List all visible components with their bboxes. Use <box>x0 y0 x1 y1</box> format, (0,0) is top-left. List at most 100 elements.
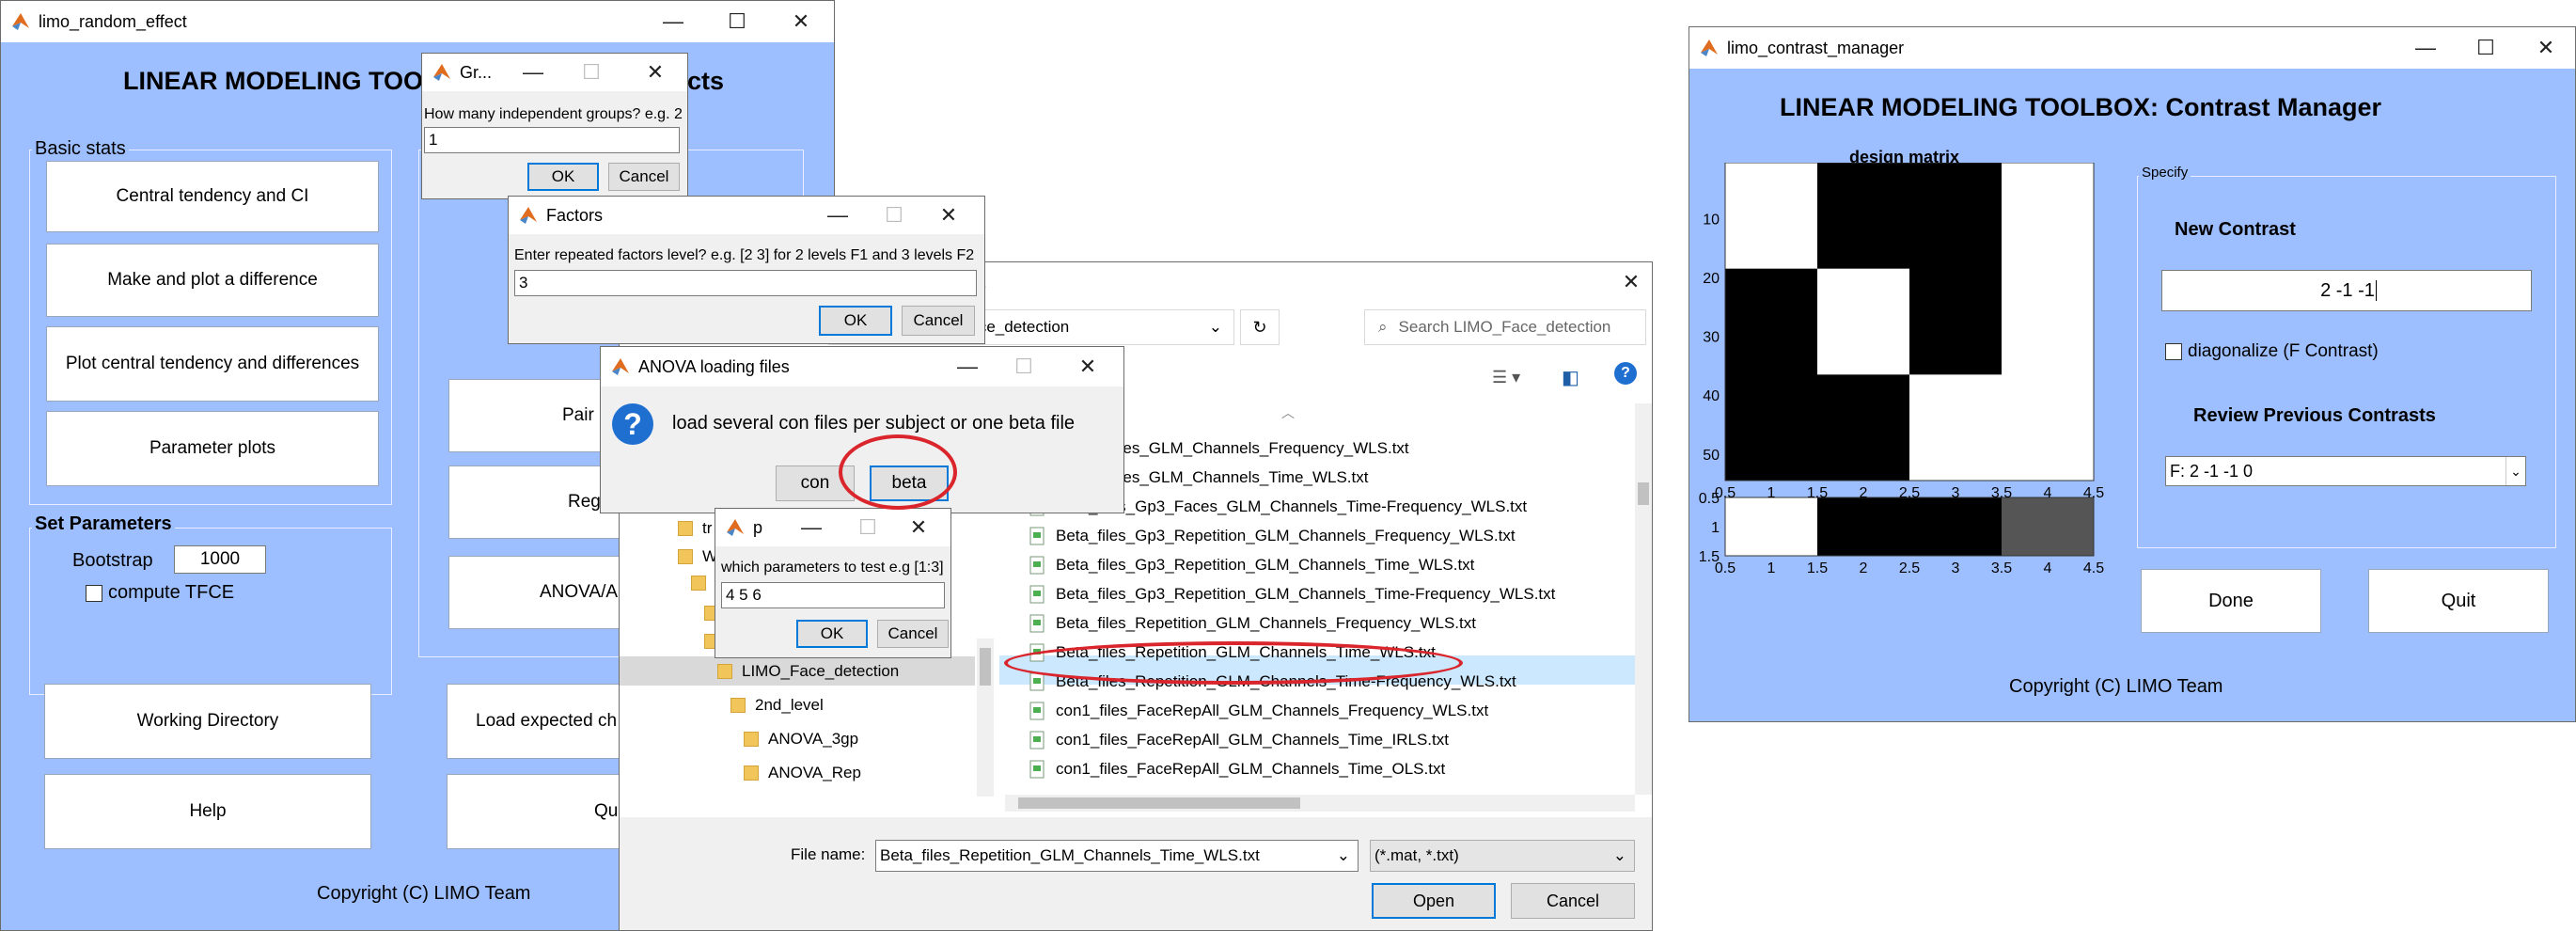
params-input[interactable]: 4 5 6 <box>721 582 945 608</box>
file-list-item[interactable]: Beta_files_Gp3_Repetition_GLM_Channels_F… <box>999 521 1516 550</box>
address-dropdown-icon[interactable]: ⌄ <box>1209 318 1222 337</box>
close-icon[interactable]: ✕ <box>2522 27 2569 69</box>
new-contrast-input[interactable]: 2 -1 -1 <box>2161 270 2532 311</box>
view-options-icon[interactable]: ☰ ▾ <box>1492 368 1520 387</box>
params-client: which parameters to test e.g [1:3] 4 5 6… <box>715 546 950 657</box>
maximize-icon[interactable]: ☐ <box>714 1 761 42</box>
tree-item-2nd-level[interactable]: 2nd_level <box>730 691 824 719</box>
tree-item-2[interactable]: W <box>678 543 717 571</box>
contrast-titlebar[interactable]: limo_contrast_manager — ☐ ✕ <box>1689 27 2575 69</box>
design-matrix-cell <box>1725 163 1818 270</box>
tree-scroll-thumb[interactable] <box>980 648 991 686</box>
central-tendency-button[interactable]: Central tendency and CI <box>46 161 379 232</box>
file-dialog-bottom <box>620 817 1652 930</box>
design-matrix-cell <box>1817 374 1910 481</box>
tree-item-1[interactable]: tr <box>678 514 712 543</box>
file-list-item[interactable]: Beta_files_Repetition_GLM_Channels_Frequ… <box>999 608 1476 638</box>
close-icon[interactable]: ✕ <box>900 509 937 546</box>
params-titlebar[interactable]: p — ☐ ✕ <box>715 509 950 546</box>
text-file-icon <box>1029 702 1045 720</box>
groups-input[interactable]: 1 <box>424 127 680 153</box>
filename-label: File name: <box>791 845 866 863</box>
minimize-icon[interactable]: — <box>819 197 856 234</box>
minimize-icon[interactable]: — <box>949 347 986 387</box>
tfce-checkbox[interactable] <box>86 584 102 602</box>
maximize-icon[interactable]: ☐ <box>2462 27 2509 69</box>
open-button[interactable]: Open <box>1372 883 1496 919</box>
file-list-item[interactable]: con1_files_FaceRepAll_GLM_Channels_Frequ… <box>999 696 1488 725</box>
file-hscroll-thumb[interactable] <box>1018 797 1300 809</box>
groups-titlebar[interactable]: Gr... — ☐ ✕ <box>422 54 687 91</box>
groups-ok-button[interactable]: OK <box>527 163 599 191</box>
params-cancel-button[interactable]: Cancel <box>877 620 949 648</box>
file-type-select[interactable]: (*.mat, *.txt) ⌄ <box>1370 840 1635 872</box>
minimize-icon[interactable]: — <box>793 509 830 546</box>
groups-dialog: Gr... — ☐ ✕ How many independent groups?… <box>421 53 688 199</box>
file-list-item[interactable]: con1_files_FaceRepAll_GLM_Channels_Time_… <box>999 754 1445 783</box>
factors-ok-button[interactable]: OK <box>819 306 892 336</box>
x-tick-label: 1.5 <box>1807 560 1828 576</box>
diagonalize-row[interactable]: diagonalize (F Contrast) <box>2165 341 2379 362</box>
refresh-button[interactable]: ↻ <box>1240 309 1280 345</box>
plot-central-differences-button[interactable]: Plot central tendency and differences <box>46 326 379 402</box>
file-name: con1_files_FaceRepAll_GLM_Channels_Time_… <box>1056 759 1446 778</box>
help-button[interactable]: Help <box>44 774 371 849</box>
close-icon[interactable]: ✕ <box>1069 347 1107 387</box>
file-list-item[interactable]: con1_files_FaceRepAll_GLM_Channels_Time_… <box>999 725 1449 754</box>
tree-item-anova-rep[interactable]: ANOVA_Rep <box>744 759 861 787</box>
done-button[interactable]: Done <box>2141 569 2321 633</box>
previous-contrasts-select[interactable]: F: 2 -1 -1 0 ⌄ <box>2165 456 2526 486</box>
folder-icon <box>678 521 693 536</box>
close-icon[interactable]: ✕ <box>636 54 674 91</box>
x-tick-label: 4.5 <box>2083 485 2104 501</box>
params-prompt: which parameters to test e.g [1:3] <box>721 560 944 576</box>
plot-difference-button[interactable]: Make and plot a difference <box>46 244 379 317</box>
help-icon[interactable]: ? <box>1614 362 1637 385</box>
cancel-button[interactable]: Cancel <box>1511 883 1635 919</box>
working-directory-button[interactable]: Working Directory <box>44 684 371 759</box>
parameter-plots-button[interactable]: Parameter plots <box>46 411 379 486</box>
factors-cancel-button[interactable]: Cancel <box>902 306 975 336</box>
params-ok-button[interactable]: OK <box>796 620 868 648</box>
minimize-icon[interactable]: — <box>514 54 552 91</box>
diagonalize-checkbox[interactable] <box>2165 342 2182 360</box>
x-tick-label: 2 <box>1860 560 1868 576</box>
contrast-manager-window: limo_contrast_manager — ☐ ✕ LINEAR MODEL… <box>1689 26 2576 722</box>
factors-titlebar[interactable]: Factors — ☐ ✕ <box>509 197 984 234</box>
tfce-row[interactable]: compute TFCE <box>86 582 234 604</box>
x-tick-label: 2.5 <box>1899 560 1920 576</box>
maximize-icon: ☐ <box>1014 355 1033 378</box>
tree-scrollbar[interactable] <box>977 639 994 797</box>
select-dropdown-icon[interactable]: ⌄ <box>2505 457 2525 485</box>
y-tick-label: 10 <box>1703 212 1720 228</box>
file-list-item[interactable]: Beta_files_Gp3_Repetition_GLM_Channels_T… <box>999 579 1555 608</box>
anova-titlebar[interactable]: ANOVA loading files — ☐ ✕ <box>601 347 1123 387</box>
y2-tick-label: 1.5 <box>1699 549 1720 565</box>
minimize-icon[interactable]: — <box>2402 27 2449 69</box>
tree-item-limo-face-detection[interactable]: LIMO_Face_detection <box>717 657 899 686</box>
contrast-quit-button[interactable]: Quit <box>2368 569 2549 633</box>
close-icon[interactable]: ✕ <box>778 1 825 42</box>
factors-input[interactable]: 3 <box>514 270 977 296</box>
x-tick-label: 4.5 <box>2083 560 2104 576</box>
filename-input[interactable]: Beta_files_Repetition_GLM_Channels_Time_… <box>875 840 1359 872</box>
minimize-icon[interactable]: — <box>650 1 697 42</box>
preview-pane-icon[interactable]: ◧ <box>1562 366 1579 389</box>
search-box[interactable]: ⌕ Search LIMO_Face_detection <box>1364 309 1646 345</box>
file-list-hscroll[interactable] <box>1005 795 1635 812</box>
file-dialog-close-icon[interactable]: ✕ <box>1612 262 1650 302</box>
bootstrap-input[interactable]: 1000 <box>174 545 266 574</box>
text-file-icon <box>1029 556 1045 575</box>
close-icon[interactable]: ✕ <box>930 197 967 234</box>
new-contrast-value: 2 -1 -1 <box>2320 279 2375 301</box>
groups-cancel-button[interactable]: Cancel <box>608 163 680 191</box>
file-list-vscroll[interactable] <box>1635 403 1652 795</box>
tree-item-anova-3gp[interactable]: ANOVA_3gp <box>744 725 858 753</box>
file-type-dropdown-icon[interactable]: ⌄ <box>1613 846 1626 865</box>
contrast-bar-cell <box>1725 497 1818 556</box>
file-vscroll-thumb[interactable] <box>1638 482 1649 505</box>
random-effect-titlebar[interactable]: limo_random_effect — ☐ ✕ <box>1 1 834 42</box>
file-list-item[interactable]: Beta_files_Gp3_Repetition_GLM_Channels_T… <box>999 550 1474 579</box>
file-name: con1_files_FaceRepAll_GLM_Channels_Frequ… <box>1056 701 1489 719</box>
filename-dropdown-icon[interactable]: ⌄ <box>1337 846 1350 865</box>
